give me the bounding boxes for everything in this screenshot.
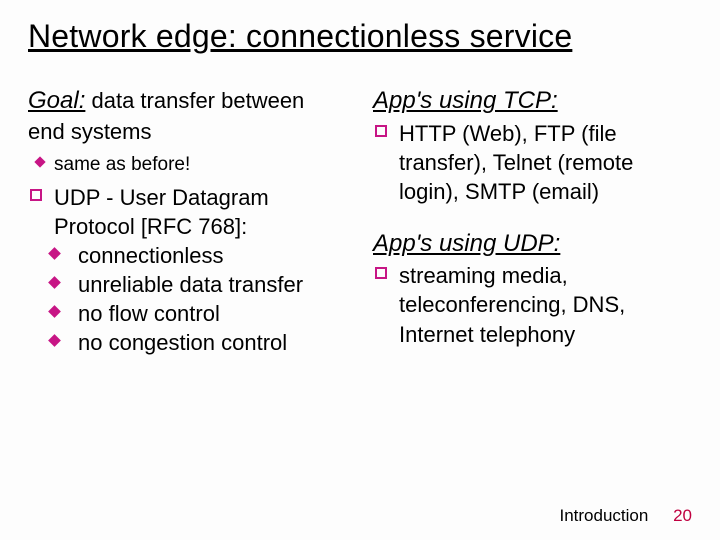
udp-item-b-text: unreliable data transfer — [78, 272, 303, 297]
udp-item-b: unreliable data transfer — [28, 270, 347, 299]
diamond-bullet-icon — [34, 156, 45, 167]
footer: Introduction 20 — [560, 506, 693, 526]
goal-sub-item: same as before! — [28, 152, 347, 177]
goal-block: Goal: data transfer between end systems — [28, 85, 347, 146]
left-column: Goal: data transfer between end systems … — [28, 85, 347, 371]
diamond-bullet-icon — [48, 276, 61, 289]
footer-section: Introduction — [560, 506, 649, 525]
udp-item-c-text: no flow control — [78, 301, 220, 326]
udp-head-text: UDP - User Datagram Protocol [RFC 768]: — [54, 185, 269, 239]
tcp-body-item: HTTP (Web), FTP (file transfer), Telnet … — [373, 119, 692, 206]
tcp-body-text: HTTP (Web), FTP (file transfer), Telnet … — [399, 121, 633, 204]
slide: Network edge: connectionless service Goa… — [0, 0, 720, 540]
udp-item-c: no flow control — [28, 299, 347, 328]
udp-item-d: no congestion control — [28, 328, 347, 357]
tcp-heading: App's using TCP: — [373, 85, 692, 117]
udp-apps-heading: App's using UDP: — [373, 228, 692, 260]
udp-item-a-text: connectionless — [78, 243, 224, 268]
diamond-bullet-icon — [48, 334, 61, 347]
goal-label: Goal: — [28, 87, 85, 114]
udp-apps-section: App's using UDP: streaming media, teleco… — [373, 228, 692, 349]
goal-sub-text: same as before! — [54, 154, 190, 175]
square-bullet-icon — [375, 125, 387, 137]
tcp-section: App's using TCP: HTTP (Web), FTP (file t… — [373, 85, 692, 206]
square-bullet-icon — [375, 267, 387, 279]
udp-item-a: connectionless — [28, 241, 347, 270]
diamond-bullet-icon — [48, 247, 61, 260]
udp-block: UDP - User Datagram Protocol [RFC 768]: — [28, 183, 347, 241]
slide-title: Network edge: connectionless service — [28, 18, 692, 55]
udp-apps-body-item: streaming media, teleconferencing, DNS, … — [373, 261, 692, 348]
right-column: App's using TCP: HTTP (Web), FTP (file t… — [373, 85, 692, 371]
diamond-bullet-icon — [48, 305, 61, 318]
content-columns: Goal: data transfer between end systems … — [28, 85, 692, 371]
page-number: 20 — [673, 506, 692, 525]
udp-apps-body-text: streaming media, teleconferencing, DNS, … — [399, 263, 625, 346]
square-bullet-icon — [30, 189, 42, 201]
udp-item-d-text: no congestion control — [78, 330, 287, 355]
